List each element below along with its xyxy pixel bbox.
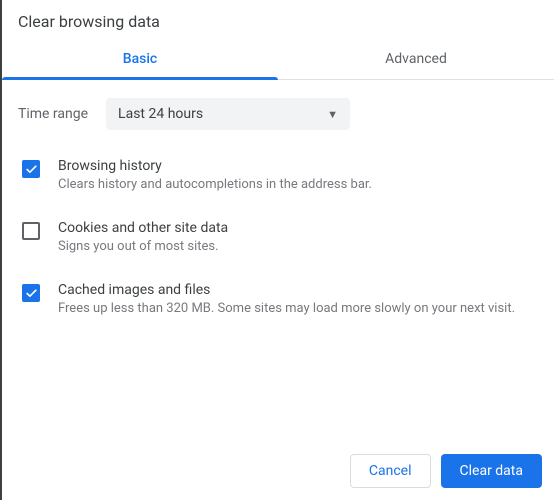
option-browsing-history: Browsing history Clears history and auto… xyxy=(22,146,538,208)
time-range-value: Last 24 hours xyxy=(118,106,203,122)
clear-browsing-data-dialog: Clear browsing data Basic Advanced Time … xyxy=(0,0,554,500)
option-desc: Clears history and autocompletions in th… xyxy=(58,176,538,194)
options-list: Browsing history Clears history and auto… xyxy=(2,140,554,333)
check-icon xyxy=(25,163,38,176)
option-cache: Cached images and files Frees up less th… xyxy=(22,270,538,332)
tab-basic[interactable]: Basic xyxy=(2,41,278,79)
option-cookies: Cookies and other site data Signs you ou… xyxy=(22,208,538,270)
option-title: Browsing history xyxy=(58,158,538,174)
time-range-select[interactable]: Last 24 hours ▼ xyxy=(106,98,350,130)
time-range-label: Time range xyxy=(18,106,88,122)
checkbox-cookies[interactable] xyxy=(22,222,40,240)
option-text: Browsing history Clears history and auto… xyxy=(58,158,538,194)
checkbox-cache[interactable] xyxy=(22,284,40,302)
time-range-row: Time range Last 24 hours ▼ xyxy=(2,80,554,140)
tab-advanced[interactable]: Advanced xyxy=(278,41,554,79)
dialog-footer: Cancel Clear data xyxy=(350,454,542,488)
tabs: Basic Advanced xyxy=(2,41,554,80)
clear-data-button[interactable]: Clear data xyxy=(441,454,542,488)
option-title: Cached images and files xyxy=(58,282,538,298)
cancel-button[interactable]: Cancel xyxy=(350,454,431,488)
chevron-down-icon: ▼ xyxy=(327,108,338,121)
checkbox-browsing-history[interactable] xyxy=(22,160,40,178)
option-text: Cookies and other site data Signs you ou… xyxy=(58,220,538,256)
option-desc: Frees up less than 320 MB. Some sites ma… xyxy=(58,300,538,318)
dialog-title: Clear browsing data xyxy=(2,0,554,41)
option-text: Cached images and files Frees up less th… xyxy=(58,282,538,318)
check-icon xyxy=(25,287,38,300)
option-title: Cookies and other site data xyxy=(58,220,538,236)
option-desc: Signs you out of most sites. xyxy=(58,238,538,256)
